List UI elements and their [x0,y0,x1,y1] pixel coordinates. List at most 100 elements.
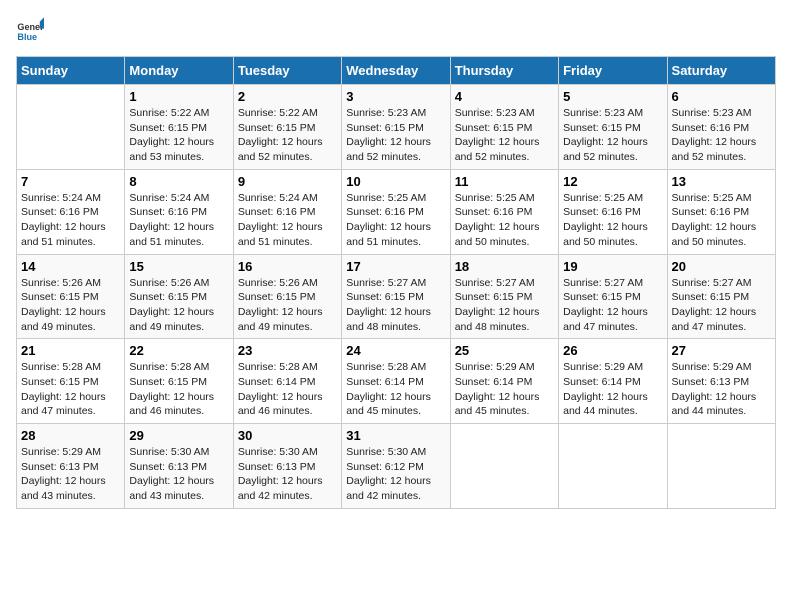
day-number: 3 [346,89,445,104]
day-number: 26 [563,343,662,358]
calendar-cell: 2 Sunrise: 5:22 AM Sunset: 6:15 PM Daylig… [233,85,341,170]
day-number: 15 [129,259,228,274]
calendar-cell: 15 Sunrise: 5:26 AM Sunset: 6:15 PM Dayli… [125,254,233,339]
day-number: 28 [21,428,120,443]
calendar-cell: 7 Sunrise: 5:24 AM Sunset: 6:16 PM Daylig… [17,169,125,254]
day-info: Sunrise: 5:29 AM Sunset: 6:13 PM Dayligh… [21,445,120,504]
day-number: 20 [672,259,771,274]
header-row: SundayMondayTuesdayWednesdayThursdayFrid… [17,57,776,85]
day-info: Sunrise: 5:25 AM Sunset: 6:16 PM Dayligh… [455,191,554,250]
calendar-cell: 3Sunrise: 5:23 AM Sunset: 6:15 PM Daylig… [342,85,450,170]
week-row-2: 7 Sunrise: 5:24 AM Sunset: 6:16 PM Daylig… [17,169,776,254]
day-info: Sunrise: 5:24 AM Sunset: 6:16 PM Dayligh… [129,191,228,250]
day-info: Sunrise: 5:27 AM Sunset: 6:15 PM Dayligh… [672,276,771,335]
calendar-cell: 17 Sunrise: 5:27 AM Sunset: 6:15 PM Dayli… [342,254,450,339]
calendar-cell [559,424,667,509]
day-info: Sunrise: 5:24 AM Sunset: 6:16 PM Dayligh… [238,191,337,250]
day-info: Sunrise: 5:24 AM Sunset: 6:16 PM Dayligh… [21,191,120,250]
week-row-4: 21 Sunrise: 5:28 AM Sunset: 6:15 PM Dayli… [17,339,776,424]
day-info: Sunrise: 5:25 AM Sunset: 6:16 PM Dayligh… [346,191,445,250]
svg-text:Blue: Blue [17,32,37,42]
day-info: Sunrise: 5:23 AM Sunset: 6:15 PM Dayligh… [455,106,554,165]
day-number: 11 [455,174,554,189]
calendar-cell: 9 Sunrise: 5:24 AM Sunset: 6:16 PM Daylig… [233,169,341,254]
day-info: Sunrise: 5:29 AM Sunset: 6:13 PM Dayligh… [672,360,771,419]
day-info: Sunrise: 5:26 AM Sunset: 6:15 PM Dayligh… [129,276,228,335]
day-info: Sunrise: 5:26 AM Sunset: 6:15 PM Dayligh… [21,276,120,335]
header-wednesday: Wednesday [342,57,450,85]
calendar-cell: 5Sunrise: 5:23 AM Sunset: 6:15 PM Daylig… [559,85,667,170]
calendar-cell: 20 Sunrise: 5:27 AM Sunset: 6:15 PM Dayli… [667,254,775,339]
day-info: Sunrise: 5:25 AM Sunset: 6:16 PM Dayligh… [563,191,662,250]
calendar-cell: 30Sunrise: 5:30 AM Sunset: 6:13 PM Dayli… [233,424,341,509]
day-number: 10 [346,174,445,189]
calendar-cell: 29 Sunrise: 5:30 AM Sunset: 6:13 PM Dayli… [125,424,233,509]
header-friday: Friday [559,57,667,85]
day-info: Sunrise: 5:25 AM Sunset: 6:16 PM Dayligh… [672,191,771,250]
header-monday: Monday [125,57,233,85]
calendar-cell: 18 Sunrise: 5:27 AM Sunset: 6:15 PM Dayli… [450,254,558,339]
day-info: Sunrise: 5:28 AM Sunset: 6:14 PM Dayligh… [238,360,337,419]
calendar-cell: 10 Sunrise: 5:25 AM Sunset: 6:16 PM Dayli… [342,169,450,254]
day-info: Sunrise: 5:28 AM Sunset: 6:14 PM Dayligh… [346,360,445,419]
day-number: 13 [672,174,771,189]
day-info: Sunrise: 5:29 AM Sunset: 6:14 PM Dayligh… [563,360,662,419]
calendar-cell [450,424,558,509]
day-info: Sunrise: 5:22 AM Sunset: 6:15 PM Dayligh… [238,106,337,165]
calendar-cell: 26 Sunrise: 5:29 AM Sunset: 6:14 PM Dayli… [559,339,667,424]
calendar-cell [667,424,775,509]
day-number: 31 [346,428,445,443]
header-sunday: Sunday [17,57,125,85]
week-row-3: 14 Sunrise: 5:26 AM Sunset: 6:15 PM Dayli… [17,254,776,339]
day-number: 19 [563,259,662,274]
day-info: Sunrise: 5:27 AM Sunset: 6:15 PM Dayligh… [346,276,445,335]
calendar-cell: 27Sunrise: 5:29 AM Sunset: 6:13 PM Dayli… [667,339,775,424]
page-header: General Blue [16,16,776,44]
day-number: 6 [672,89,771,104]
day-info: Sunrise: 5:30 AM Sunset: 6:12 PM Dayligh… [346,445,445,504]
day-number: 18 [455,259,554,274]
calendar-cell: 22Sunrise: 5:28 AM Sunset: 6:15 PM Dayli… [125,339,233,424]
day-number: 25 [455,343,554,358]
calendar-cell: 11 Sunrise: 5:25 AM Sunset: 6:16 PM Dayli… [450,169,558,254]
day-number: 17 [346,259,445,274]
week-row-5: 28 Sunrise: 5:29 AM Sunset: 6:13 PM Dayli… [17,424,776,509]
day-info: Sunrise: 5:27 AM Sunset: 6:15 PM Dayligh… [563,276,662,335]
day-number: 7 [21,174,120,189]
calendar-cell: 4 Sunrise: 5:23 AM Sunset: 6:15 PM Daylig… [450,85,558,170]
calendar-cell: 1Sunrise: 5:22 AM Sunset: 6:15 PM Daylig… [125,85,233,170]
day-number: 12 [563,174,662,189]
day-number: 24 [346,343,445,358]
day-info: Sunrise: 5:27 AM Sunset: 6:15 PM Dayligh… [455,276,554,335]
calendar-cell: 21 Sunrise: 5:28 AM Sunset: 6:15 PM Dayli… [17,339,125,424]
day-number: 29 [129,428,228,443]
day-number: 23 [238,343,337,358]
calendar-cell: 19 Sunrise: 5:27 AM Sunset: 6:15 PM Dayli… [559,254,667,339]
day-info: Sunrise: 5:23 AM Sunset: 6:16 PM Dayligh… [672,106,771,165]
header-tuesday: Tuesday [233,57,341,85]
day-info: Sunrise: 5:30 AM Sunset: 6:13 PM Dayligh… [129,445,228,504]
day-info: Sunrise: 5:23 AM Sunset: 6:15 PM Dayligh… [563,106,662,165]
calendar-cell: 14 Sunrise: 5:26 AM Sunset: 6:15 PM Dayli… [17,254,125,339]
calendar-cell: 28 Sunrise: 5:29 AM Sunset: 6:13 PM Dayli… [17,424,125,509]
calendar-cell: 23 Sunrise: 5:28 AM Sunset: 6:14 PM Dayli… [233,339,341,424]
day-number: 14 [21,259,120,274]
day-number: 22 [129,343,228,358]
day-info: Sunrise: 5:28 AM Sunset: 6:15 PM Dayligh… [21,360,120,419]
day-info: Sunrise: 5:26 AM Sunset: 6:15 PM Dayligh… [238,276,337,335]
logo: General Blue [16,16,48,44]
day-number: 30 [238,428,337,443]
day-info: Sunrise: 5:29 AM Sunset: 6:14 PM Dayligh… [455,360,554,419]
calendar-cell: 31 Sunrise: 5:30 AM Sunset: 6:12 PM Dayli… [342,424,450,509]
day-number: 2 [238,89,337,104]
day-number: 9 [238,174,337,189]
calendar-cell: 6 Sunrise: 5:23 AM Sunset: 6:16 PM Daylig… [667,85,775,170]
logo-icon: General Blue [16,16,44,44]
day-number: 4 [455,89,554,104]
calendar-cell [17,85,125,170]
calendar-cell: 13 Sunrise: 5:25 AM Sunset: 6:16 PM Dayli… [667,169,775,254]
day-number: 21 [21,343,120,358]
week-row-1: 1Sunrise: 5:22 AM Sunset: 6:15 PM Daylig… [17,85,776,170]
calendar-cell: 24 Sunrise: 5:28 AM Sunset: 6:14 PM Dayli… [342,339,450,424]
day-number: 16 [238,259,337,274]
